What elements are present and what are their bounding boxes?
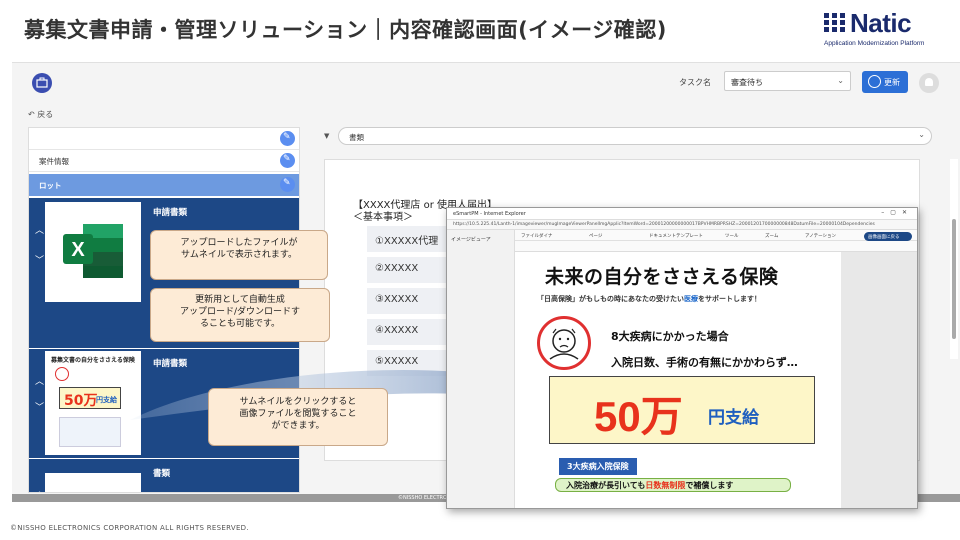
- logo-text: Natic: [850, 8, 912, 38]
- document-thumbnail[interactable]: [45, 473, 141, 492]
- excel-icon: X: [63, 224, 123, 278]
- viewer-toolbar: [515, 241, 917, 252]
- viewer-canvas[interactable]: 未来の自分をささえる保険 「日高保険」がもしもの時にあなたの受けたい医療をサポー…: [515, 252, 917, 508]
- update-button-label: 更新: [884, 78, 900, 87]
- document-title: 申請書類: [153, 208, 188, 218]
- update-button[interactable]: 更新: [862, 71, 908, 93]
- back-label: 戻る: [37, 110, 54, 119]
- back-arrow-icon: ↶: [28, 110, 35, 119]
- svg-text:X: X: [71, 239, 85, 261]
- excel-thumbnail[interactable]: X: [45, 202, 141, 302]
- document-subheading: ＜基本事項＞: [353, 212, 413, 223]
- document-title: 書類: [153, 469, 171, 479]
- menu-item-file[interactable]: ファイルダイナ: [521, 233, 552, 239]
- menu-item-zoom[interactable]: ズーム: [765, 233, 778, 239]
- edit-pencil-icon[interactable]: [280, 131, 295, 146]
- viewer-window-title: eSmartPM - Internet Explorer: [453, 211, 526, 217]
- chevron-up-icon[interactable]: ︿: [35, 485, 44, 492]
- flyer-subtitle: 「日高保険」がもしもの時にあなたの受けたい医療をサポートします！: [537, 295, 761, 303]
- refresh-icon: [868, 75, 881, 88]
- chevron-down-icon: ⌄: [918, 130, 925, 139]
- callout-click-thumbnail: サムネイルをクリックすると 画像ファイルを閲覧すること ができます。: [208, 388, 388, 446]
- chevron-up-icon[interactable]: ︿: [35, 375, 44, 389]
- scrollbar[interactable]: [950, 159, 958, 359]
- logo-subtitle: Application Modernization Platform: [824, 40, 925, 47]
- image-viewer-window: eSmartPM - Internet Explorer –▢✕ https:/…: [446, 207, 918, 509]
- case-info-label: 案件情報: [39, 157, 69, 166]
- document-section-3: 書類 ︿: [29, 458, 299, 492]
- task-select-value: 審査待ち: [731, 78, 763, 87]
- menu-item-tools[interactable]: ツール: [725, 233, 739, 239]
- insurance-flyer: 未来の自分をささえる保険 「日高保険」がもしもの時にあなたの受けたい医療をサポー…: [515, 252, 841, 508]
- left-row-case-info[interactable]: 案件情報: [29, 150, 299, 172]
- task-select[interactable]: 審査待ち ⌄: [724, 71, 851, 91]
- app-toolbar: タスク名 審査待ち ⌄ 更新: [12, 63, 960, 101]
- return-to-image-button[interactable]: 画像画面に戻る: [864, 232, 912, 241]
- viewer-url-bar[interactable]: https://10.5.225.41/Lanth-1/imageviewer/…: [447, 220, 917, 230]
- callout-auto-generate: 更新用として自動生成 アップロード/ダウンロードす ることも可能です。: [150, 288, 330, 342]
- viewer-titlebar: eSmartPM - Internet Explorer –▢✕: [447, 208, 917, 220]
- face-icon: [55, 367, 69, 381]
- viewer-sidebar-label: イメージビューア: [451, 237, 491, 243]
- flyer-unit: 円支給: [708, 408, 759, 428]
- menu-item-template[interactable]: ドキュメントテンプレート: [649, 233, 703, 239]
- chevron-down-icon[interactable]: ﹀: [35, 401, 44, 415]
- viewer-menu-bar: ファイルダイナ ページ ドキュメントテンプレート ツール ズーム アノテーション: [515, 230, 917, 241]
- edit-pencil-icon[interactable]: [280, 177, 295, 192]
- flyer-amount: 50万: [594, 393, 683, 440]
- worried-face-icon: [537, 316, 591, 370]
- chevron-down-icon: ⌄: [837, 76, 844, 85]
- task-label: タスク名: [679, 78, 711, 87]
- natic-logo: Natic Application Modernization Platform: [824, 8, 954, 50]
- chevron-down-icon[interactable]: ﹀: [35, 254, 44, 268]
- slide-title: 募集文書申請・管理ソリューション｜内容確認画面(イメージ確認): [24, 18, 667, 42]
- edit-pencil-icon[interactable]: [280, 153, 295, 168]
- window-controls[interactable]: –▢✕: [881, 209, 913, 216]
- document-select-value: 書類: [349, 133, 364, 142]
- collapse-caret-icon[interactable]: ▼: [324, 132, 329, 140]
- document-select[interactable]: 書類 ⌄: [338, 127, 932, 145]
- left-row-lot[interactable]: ロット: [29, 174, 299, 196]
- flyer-bottom-banner: 入院治療が長引いても日数無制限で補償します: [555, 478, 791, 492]
- flyer-tag: 3大疾病入院保険: [559, 458, 637, 475]
- app-home-icon[interactable]: [32, 73, 52, 93]
- document-selector-row: ▼ 書類 ⌄: [324, 127, 932, 147]
- bell-icon[interactable]: [919, 73, 939, 93]
- logo-dots-icon: [824, 13, 845, 32]
- viewer-sidebar: イメージビューア: [447, 230, 515, 508]
- slide-footer: ©NISSHO ELECTRONICS CORPORATION ALL RIGH…: [10, 524, 249, 532]
- left-row-top: [29, 128, 299, 150]
- flyer-amount-box: 50万 円支給: [549, 376, 815, 444]
- chevron-up-icon[interactable]: ︿: [35, 224, 44, 238]
- flyer-line-2: 入院日数、手術の有無にかかわらず…: [611, 356, 798, 369]
- back-link[interactable]: ↶ 戻る: [28, 109, 53, 120]
- flyer-line-1: 8大疾病にかかった場合: [611, 330, 729, 343]
- lot-label: ロット: [39, 181, 62, 190]
- callout-thumbnail-display: アップロードしたファイルが サムネイルで表示されます。: [150, 230, 328, 280]
- menu-item-annotation[interactable]: アノテーション: [805, 233, 836, 239]
- menu-item-page[interactable]: ページ: [589, 233, 602, 239]
- flyer-title: 未来の自分をささえる保険: [545, 266, 779, 288]
